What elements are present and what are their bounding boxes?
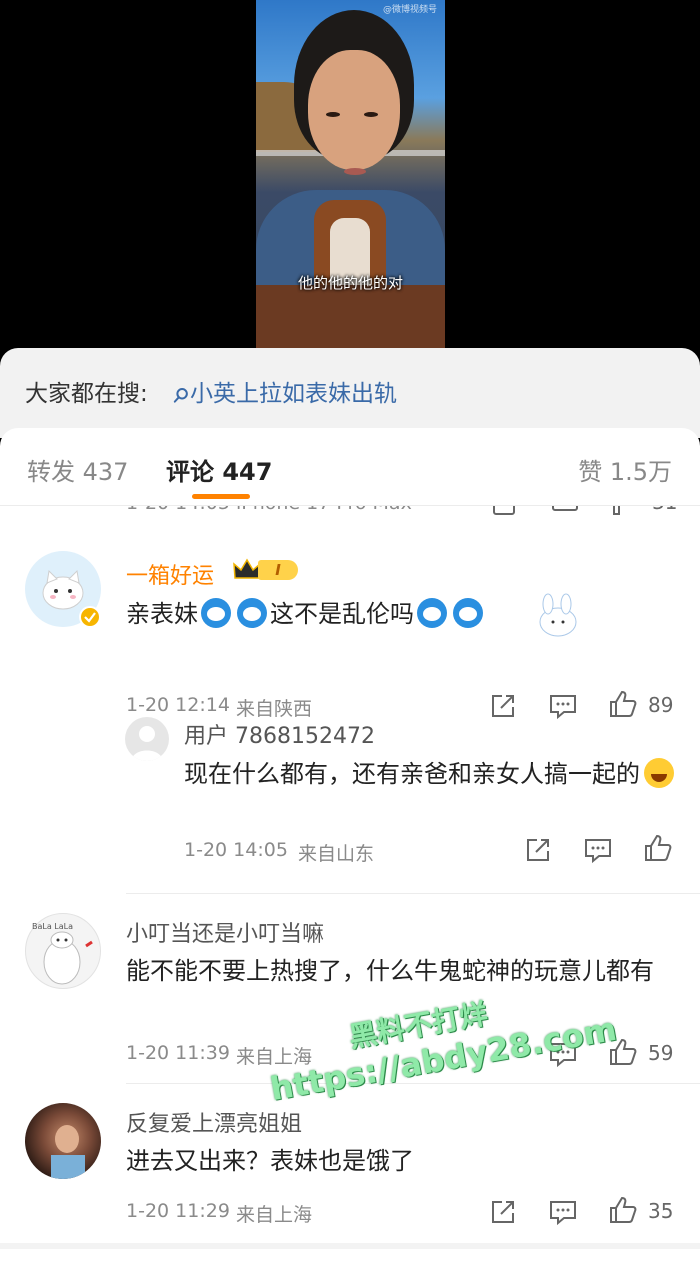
video-person-mouth — [344, 168, 366, 175]
doraemon-emoji-icon — [453, 598, 483, 628]
level-badge: I — [258, 560, 298, 580]
comment-text-part: 现在什么都有，还有亲爸和亲女人搞一起的 — [184, 760, 640, 788]
hot-search-bar: 大家都在搜: 小英上拉如表妹出轨 — [0, 348, 700, 438]
video-frame[interactable]: @微博视频号 他的他的他的对 — [256, 0, 445, 350]
reply-icon[interactable] — [548, 691, 578, 721]
comment-time: 1-20 12:14 — [126, 694, 230, 716]
like-count: 35 — [648, 1199, 674, 1223]
doraemon-emoji-icon — [201, 598, 231, 628]
default-avatar-icon — [131, 726, 163, 761]
tab-active-indicator — [192, 494, 250, 499]
video-foreground — [256, 285, 445, 350]
video-person-eye — [326, 112, 340, 117]
username[interactable]: 反复爱上漂亮姐姐 — [126, 1106, 302, 1138]
tab-bar: 转发 437 评论 447 赞 1.5万 — [0, 428, 700, 506]
like-icon[interactable] — [610, 506, 640, 518]
section-divider — [0, 1243, 700, 1249]
search-icon — [173, 388, 188, 403]
reply-icon[interactable] — [550, 506, 580, 518]
doraemon-emoji-icon — [417, 598, 447, 628]
comment-text-part: 这不是乱伦吗 — [270, 600, 414, 628]
like-icon[interactable] — [608, 689, 638, 719]
reply-icon[interactable] — [583, 835, 613, 865]
avatar-caption: BaLa LaLa — [32, 922, 74, 931]
comment-text: 能不能不要上热搜了，什么牛鬼蛇神的玩意儿都有 — [126, 957, 654, 985]
comments-panel: 转发 437 评论 447 赞 1.5万 1-20 14:05 iPhone 1… — [0, 428, 700, 1279]
like-count: 31 — [652, 506, 677, 514]
bunny-sticker-icon — [539, 593, 577, 637]
like-icon[interactable] — [643, 833, 673, 863]
laughing-emoji-icon — [644, 758, 674, 788]
share-icon[interactable] — [488, 1197, 518, 1227]
hot-search-link[interactable]: 小英上拉如表妹出轨 — [172, 374, 397, 408]
video-watermark: @微博视频号 — [382, 5, 437, 15]
child-photo-avatar-icon — [51, 1125, 85, 1179]
share-icon[interactable] — [490, 506, 520, 518]
comment-text: 进去又出来？表妹也是饿了 — [126, 1147, 414, 1175]
verified-badge-icon — [79, 606, 101, 628]
comment-text-part: 亲表妹 — [126, 600, 198, 628]
tab-comment[interactable]: 评论 447 — [166, 452, 272, 487]
comment-meta: 1-20 14:05 iPhone 17 Pro Max — [126, 506, 412, 514]
comment-location: 来自陕西 — [236, 698, 313, 720]
avatar[interactable] — [125, 717, 169, 761]
video-player[interactable]: @微博视频号 他的他的他的对 — [0, 0, 700, 350]
crown-level-badge: I — [232, 556, 302, 584]
username[interactable]: 一箱好运 — [126, 558, 214, 590]
partial-comment-footer: 1-20 14:05 iPhone 17 Pro Max 31 — [0, 506, 700, 520]
divider — [126, 893, 700, 894]
hot-search-query: 小英上拉如表妹出轨 — [190, 381, 397, 407]
tab-like[interactable]: 赞 1.5万 — [578, 452, 672, 487]
like-count: 59 — [648, 1041, 674, 1065]
video-person-face — [308, 50, 400, 170]
reply-icon[interactable] — [548, 1197, 578, 1227]
comment-text: 现在什么都有，还有亲爸和亲女人搞一起的 — [184, 755, 674, 793]
share-icon[interactable] — [523, 835, 553, 865]
username[interactable]: 小叮当还是小叮当嘛 — [126, 916, 324, 948]
comment-time: 1-20 11:39 — [126, 1042, 230, 1064]
comment-location: 来自山东 — [298, 843, 375, 865]
hot-search-label: 大家都在搜: — [25, 381, 148, 407]
like-icon[interactable] — [608, 1195, 638, 1225]
comment-time: 1-20 11:29 — [126, 1200, 230, 1222]
comment-time: 1-20 14:05 — [184, 839, 288, 861]
comment-text: 亲表妹 这不是乱伦吗 — [126, 595, 686, 633]
avatar[interactable] — [25, 1103, 101, 1179]
comment-location: 来自上海 — [236, 1204, 313, 1226]
tab-repost[interactable]: 转发 437 — [27, 452, 128, 487]
video-person-eye — [364, 112, 378, 117]
like-count: 89 — [648, 693, 674, 717]
doraemon-emoji-icon — [237, 598, 267, 628]
username[interactable]: 用户 7868152472 — [184, 718, 375, 750]
video-subtitle: 他的他的他的对 — [297, 274, 403, 292]
share-icon[interactable] — [488, 691, 518, 721]
